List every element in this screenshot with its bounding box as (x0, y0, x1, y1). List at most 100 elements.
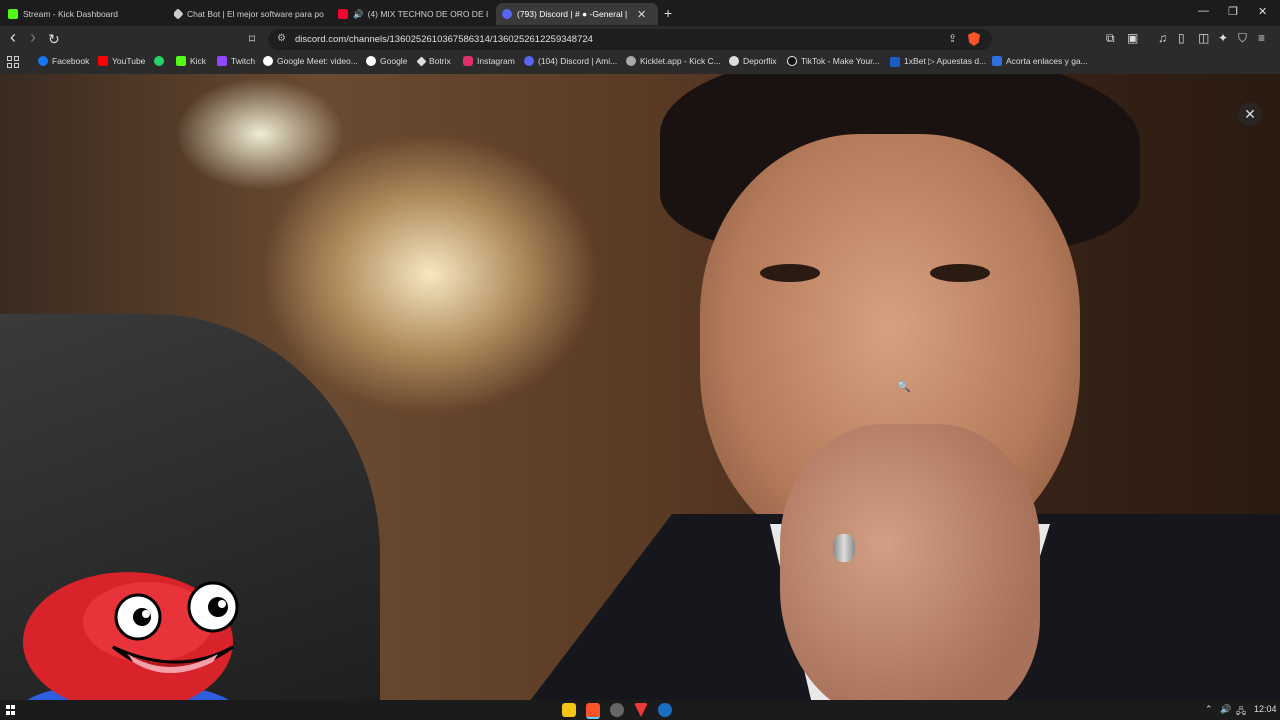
tab-youtube-mix[interactable]: 🔊 (4) MIX TECHNO DE ORO DE 80's (338, 3, 488, 25)
chrome-icon[interactable] (610, 703, 624, 717)
bookmark-discord[interactable]: (104) Discord | Ami... (524, 56, 617, 66)
bookmark-label: Botrix (429, 56, 451, 66)
kicklet-icon (626, 56, 636, 66)
bookmark-1xbet[interactable]: 1xBet ▷ Apuestas d... (890, 56, 986, 67)
bookmark-kicklet[interactable]: Kicklet.app - Kick C... (626, 56, 721, 66)
bookmark-instagram[interactable]: Instagram (463, 56, 515, 66)
kick-icon (176, 56, 186, 66)
tray-overflow-icon[interactable]: ⌃ (1205, 704, 1213, 715)
tab-title: Chat Bot | El mejor software para pot (187, 9, 324, 19)
twitch-icon (217, 56, 227, 66)
bookmark-deporflix[interactable]: Deporflix (729, 56, 777, 66)
tab-discord[interactable]: (793) Discord | # ● -General | SA ✕ (496, 3, 658, 25)
apps-grid-icon[interactable] (7, 56, 19, 68)
steam-icon[interactable] (658, 703, 672, 717)
bookmark-label: YouTube (112, 56, 146, 66)
sidebar-icon[interactable]: ▯ (1178, 31, 1185, 45)
taskbar: ⌃ 🔊 🖧 12:04 (0, 700, 1280, 720)
crypto-wallet-icon[interactable]: ◫ (1198, 31, 1209, 45)
clock[interactable]: 12:04 (1254, 704, 1277, 714)
bookmark-youtube[interactable]: YouTube (98, 56, 145, 66)
botrix-icon (416, 56, 427, 66)
close-viewer-button[interactable]: ✕ (1238, 102, 1262, 126)
bookmark-page-icon[interactable]: ⌑ (249, 32, 255, 46)
deporflix-icon (729, 56, 739, 66)
tab-chatbot[interactable]: Chat Bot | El mejor software para pot (174, 3, 324, 25)
windows-start-icon[interactable] (6, 705, 16, 715)
hand (780, 424, 1040, 700)
volume-icon[interactable]: 🔊 (1220, 704, 1231, 715)
address-bar[interactable]: ⚙ discord.com/channels/13602526103675863… (268, 29, 992, 50)
leo-ai-icon[interactable]: ✦ (1218, 31, 1228, 45)
eye (930, 264, 990, 282)
speaker-icon: 🔊 (353, 8, 364, 19)
toolbar: ‹ › ↻ ⚙ discord.com/channels/13602526103… (0, 26, 1280, 52)
link-shortener-icon (992, 56, 1002, 66)
menu-icon[interactable]: ≡ (1258, 31, 1265, 45)
window-close-button[interactable]: ✕ (1258, 5, 1267, 18)
vpn-icon[interactable]: ⛉ (1238, 31, 1247, 46)
tab-title: (4) MIX TECHNO DE ORO DE 80's (367, 9, 488, 19)
bookmark-label: Kicklet.app - Kick C... (640, 56, 721, 66)
google-icon (263, 56, 273, 66)
site-settings-icon[interactable]: ⚙ (277, 33, 286, 44)
discord-icon (502, 9, 512, 19)
tiktok-icon (787, 56, 797, 66)
botrix-icon (174, 8, 184, 20)
forward-button[interactable]: › (30, 27, 36, 48)
bookmark-tiktok[interactable]: TikTok - Make Your... (787, 56, 880, 66)
tab-strip: Stream - Kick Dashboard Chat Bot | El me… (0, 0, 1280, 26)
new-tab-button[interactable]: + (664, 5, 672, 21)
bookmark-label: Facebook (52, 56, 90, 66)
tab-title: (793) Discord | # ● -General | SA (517, 9, 629, 19)
reload-button[interactable]: ↻ (48, 31, 60, 48)
bookmark-label: Deporflix (743, 56, 777, 66)
youtube-icon (338, 9, 348, 19)
tab-title: Stream - Kick Dashboard (23, 9, 118, 19)
bookmark-label: Kick (190, 56, 207, 66)
bookmarks-bar: Facebook YouTube Kick Twitch Google Meet… (0, 52, 1280, 75)
pepe-emote (18, 572, 239, 720)
back-button[interactable]: ‹ (10, 27, 16, 48)
1xbet-icon (890, 56, 900, 67)
youtube-icon (98, 56, 108, 66)
bookmark-label: Acorta enlaces y ga... (1006, 56, 1088, 66)
google-icon (366, 56, 376, 66)
vivaldi-icon[interactable] (634, 703, 648, 717)
bookmark-label: Google Meet: video... (277, 56, 358, 66)
bookmark-label: Google (380, 56, 408, 66)
brave-shields-icon[interactable] (968, 32, 980, 46)
brave-icon[interactable] (586, 703, 600, 719)
bookmark-label: (104) Discord | Ami... (538, 56, 618, 66)
restore-button[interactable]: ❐ (1228, 5, 1238, 18)
bookmark-whatsapp[interactable] (154, 56, 168, 66)
bookmark-acorta[interactable]: Acorta enlaces y ga... (992, 56, 1088, 66)
facebook-icon (38, 56, 48, 66)
discord-icon (524, 56, 534, 66)
bookmark-facebook[interactable]: Facebook (38, 56, 89, 66)
music-icon[interactable]: ♫ (1158, 31, 1167, 45)
network-icon[interactable]: 🖧 (1236, 704, 1246, 720)
ring (833, 534, 855, 562)
eye (760, 264, 820, 282)
bookmark-google-meet[interactable]: Google Meet: video... (263, 56, 358, 66)
file-explorer-icon[interactable] (562, 703, 576, 717)
bookmark-google[interactable]: Google (366, 56, 407, 66)
instagram-icon (463, 56, 473, 66)
bookmark-botrix[interactable]: Botrix (416, 56, 451, 66)
wallet-icon[interactable]: ▣ (1127, 31, 1138, 45)
share-icon[interactable]: ⇪ (948, 32, 957, 45)
bookmark-twitch[interactable]: Twitch (217, 56, 255, 66)
tab-close-icon[interactable]: ✕ (637, 8, 646, 21)
bookmark-label: Twitch (231, 56, 256, 66)
bookmark-label: TikTok - Make Your... (801, 56, 880, 66)
tab-kick-dashboard[interactable]: Stream - Kick Dashboard (8, 3, 168, 25)
kick-icon (8, 9, 18, 19)
bookmark-label: Instagram (477, 56, 515, 66)
bookmark-kick[interactable]: Kick (176, 56, 206, 66)
minimize-button[interactable]: — (1198, 5, 1209, 17)
extensions-icon[interactable]: ⧉ (1106, 31, 1115, 46)
whatsapp-icon (154, 56, 164, 66)
bookmark-label: 1xBet ▷ Apuestas d... (904, 56, 987, 66)
zoom-cursor-icon: 🔍 (897, 381, 911, 393)
